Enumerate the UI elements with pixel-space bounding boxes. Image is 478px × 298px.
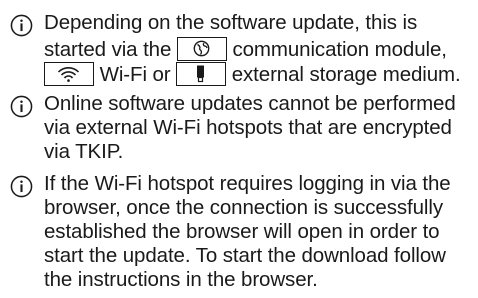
note-1-line-3-b: external storage medium. — [226, 63, 461, 86]
note-2-line-2: via external Wi-Fi hotspots that are enc… — [44, 116, 452, 139]
globe-icon — [176, 36, 227, 61]
info-icon — [10, 95, 33, 118]
note-3-line-4: start the update. To start the download … — [44, 244, 446, 267]
note-1-line-2: started via the communication module, — [44, 36, 447, 63]
note-3-line-1: If the Wi-Fi hotspot requires logging in… — [44, 172, 451, 195]
note-1-line-3: Wi-Fi or external storage medium. — [44, 61, 461, 88]
note-1-line-2-b: communication module, — [226, 38, 447, 61]
info-icon — [10, 175, 33, 198]
note-2-line-3: via TKIP. — [44, 140, 124, 163]
note-3-line-2: browser, once the connection is successf… — [44, 196, 443, 219]
note-1-line-3-a: Wi-Fi or — [94, 63, 177, 86]
note-3-line-5: the instructions in the browser. — [44, 268, 318, 291]
note-3-line-3: established the browser will open in ord… — [44, 220, 440, 243]
usb-stick-icon — [176, 61, 227, 86]
note-1-line-1: Depending on the software update, this i… — [44, 11, 418, 34]
note-2-line-1: Online software updates cannot be perfor… — [44, 92, 456, 115]
note-1-line-2-a: started via the — [44, 38, 177, 61]
wifi-icon — [44, 61, 94, 86]
info-icon — [10, 14, 33, 37]
